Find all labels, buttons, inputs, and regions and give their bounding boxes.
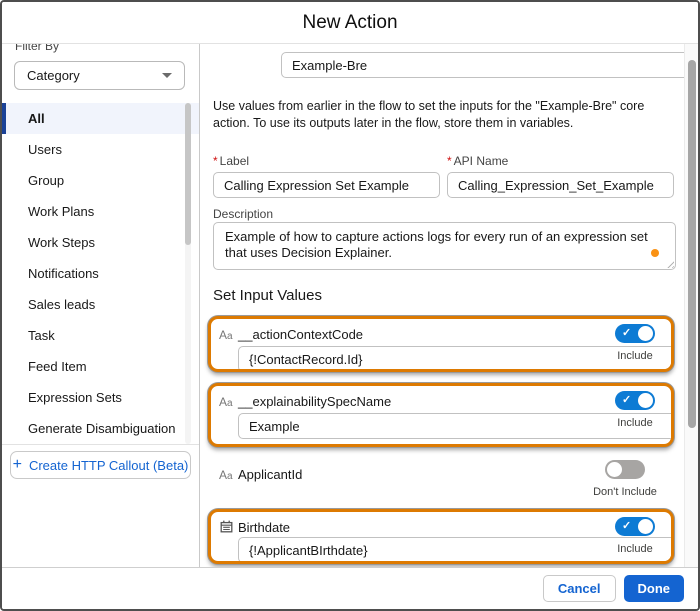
plus-icon: + xyxy=(13,457,22,473)
category-sidebar: Filter By Category All Users Group Work … xyxy=(2,44,200,567)
include-toggle-group: Don't Include xyxy=(589,460,661,498)
sidebar-item-all[interactable]: All xyxy=(2,103,199,134)
create-http-callout-label: Create HTTP Callout (Beta) xyxy=(29,458,188,473)
sidebar-item-expression-sets[interactable]: Expression Sets xyxy=(2,382,199,413)
include-toggle-group: ✓ Include xyxy=(605,391,665,429)
input-row-birthdate: Birthdate ✓ Include xyxy=(208,509,674,564)
sidebar-item-task[interactable]: Task xyxy=(2,320,199,351)
input-row-explainabilityspecname: Aa __explainabilitySpecName ✓ Include xyxy=(208,383,674,447)
toggle-label: Include xyxy=(605,417,665,429)
sidebar-item-work-plans[interactable]: Work Plans xyxy=(2,196,199,227)
new-action-modal: New Action Filter By Category All Users … xyxy=(0,0,700,611)
input-row-name: __explainabilitySpecName xyxy=(238,394,391,409)
text-type-icon: Aa xyxy=(219,466,233,484)
required-asterisk: * xyxy=(213,154,218,168)
sidebar-item-notifications[interactable]: Notifications xyxy=(2,258,199,289)
label-field-group: *Label xyxy=(213,154,440,198)
toggle-knob xyxy=(638,326,653,341)
check-icon: ✓ xyxy=(622,393,631,408)
text-type-icon: Aa xyxy=(219,326,233,344)
calendar-icon xyxy=(220,520,233,533)
main-scrollbar-track[interactable] xyxy=(684,44,698,567)
required-asterisk: * xyxy=(447,154,452,168)
toggle-label: Include xyxy=(605,350,665,362)
check-icon: ✓ xyxy=(622,326,631,341)
action-name-input[interactable] xyxy=(281,52,700,78)
toggle-label: Don't Include xyxy=(589,486,661,498)
sidebar-item-feed-item[interactable]: Feed Item xyxy=(2,351,199,382)
include-toggle[interactable]: ✓ xyxy=(615,391,655,410)
include-toggle[interactable] xyxy=(605,460,645,479)
action-config-panel: Use values from earlier in the flow to s… xyxy=(201,44,698,567)
input-row-name: ApplicantId xyxy=(238,467,302,482)
input-row-applicantid: Aa ApplicantId Don't Include xyxy=(208,456,674,502)
sidebar-item-sales-leads[interactable]: Sales leads xyxy=(2,289,199,320)
description-textarea[interactable]: Example of how to capture actions logs f… xyxy=(213,222,676,270)
sidebar-item-group[interactable]: Group xyxy=(2,165,199,196)
category-dropdown[interactable]: Category xyxy=(14,61,185,90)
sidebar-scrollbar-track[interactable] xyxy=(185,103,191,444)
include-toggle[interactable]: ✓ xyxy=(615,324,655,343)
intro-text: Use values from earlier in the flow to s… xyxy=(213,98,671,132)
sidebar-item-work-steps[interactable]: Work Steps xyxy=(2,227,199,258)
sidebar-item-generate-disambiguation[interactable]: Generate Disambiguation xyxy=(2,413,199,444)
include-toggle[interactable]: ✓ xyxy=(615,517,655,536)
api-name-input[interactable] xyxy=(447,172,674,198)
chevron-down-icon xyxy=(162,73,172,78)
include-toggle-group: ✓ Include xyxy=(605,517,665,555)
toggle-knob xyxy=(638,393,653,408)
modal-header: New Action xyxy=(2,2,698,44)
category-dropdown-value: Category xyxy=(27,68,80,83)
description-field-label: Description xyxy=(213,207,273,221)
api-name-field-label: *API Name xyxy=(447,154,674,168)
main-scrollbar-thumb[interactable] xyxy=(688,60,696,428)
filter-by-label: Filter By xyxy=(15,44,199,55)
create-callout-container: + Create HTTP Callout (Beta) xyxy=(2,444,199,485)
include-toggle-group: ✓ Include xyxy=(605,324,665,362)
label-input[interactable] xyxy=(213,172,440,198)
toggle-knob xyxy=(607,462,622,477)
api-name-field-group: *API Name xyxy=(447,154,674,198)
description-field-group: Example of how to capture actions logs f… xyxy=(213,222,676,270)
modal-title: New Action xyxy=(2,2,698,44)
input-row-name: __actionContextCode xyxy=(238,327,363,342)
toggle-knob xyxy=(638,519,653,534)
label-field-label: *Label xyxy=(213,154,440,168)
sidebar-item-users[interactable]: Users xyxy=(2,134,199,165)
done-button[interactable]: Done xyxy=(624,575,685,602)
input-row-actioncontextcode: Aa __actionContextCode ✓ Include xyxy=(208,316,674,372)
text-type-icon: Aa xyxy=(219,393,233,411)
check-icon: ✓ xyxy=(622,519,631,534)
unsaved-indicator-dot xyxy=(651,249,659,257)
sidebar-scrollbar-thumb[interactable] xyxy=(185,103,191,245)
set-input-values-title: Set Input Values xyxy=(213,287,322,304)
toggle-label: Include xyxy=(605,543,665,555)
category-list: All Users Group Work Plans Work Steps No… xyxy=(2,103,199,444)
create-http-callout-button[interactable]: + Create HTTP Callout (Beta) xyxy=(10,451,191,479)
cancel-button[interactable]: Cancel xyxy=(543,575,616,602)
modal-footer: Cancel Done xyxy=(2,567,698,609)
input-row-name: Birthdate xyxy=(238,520,290,535)
